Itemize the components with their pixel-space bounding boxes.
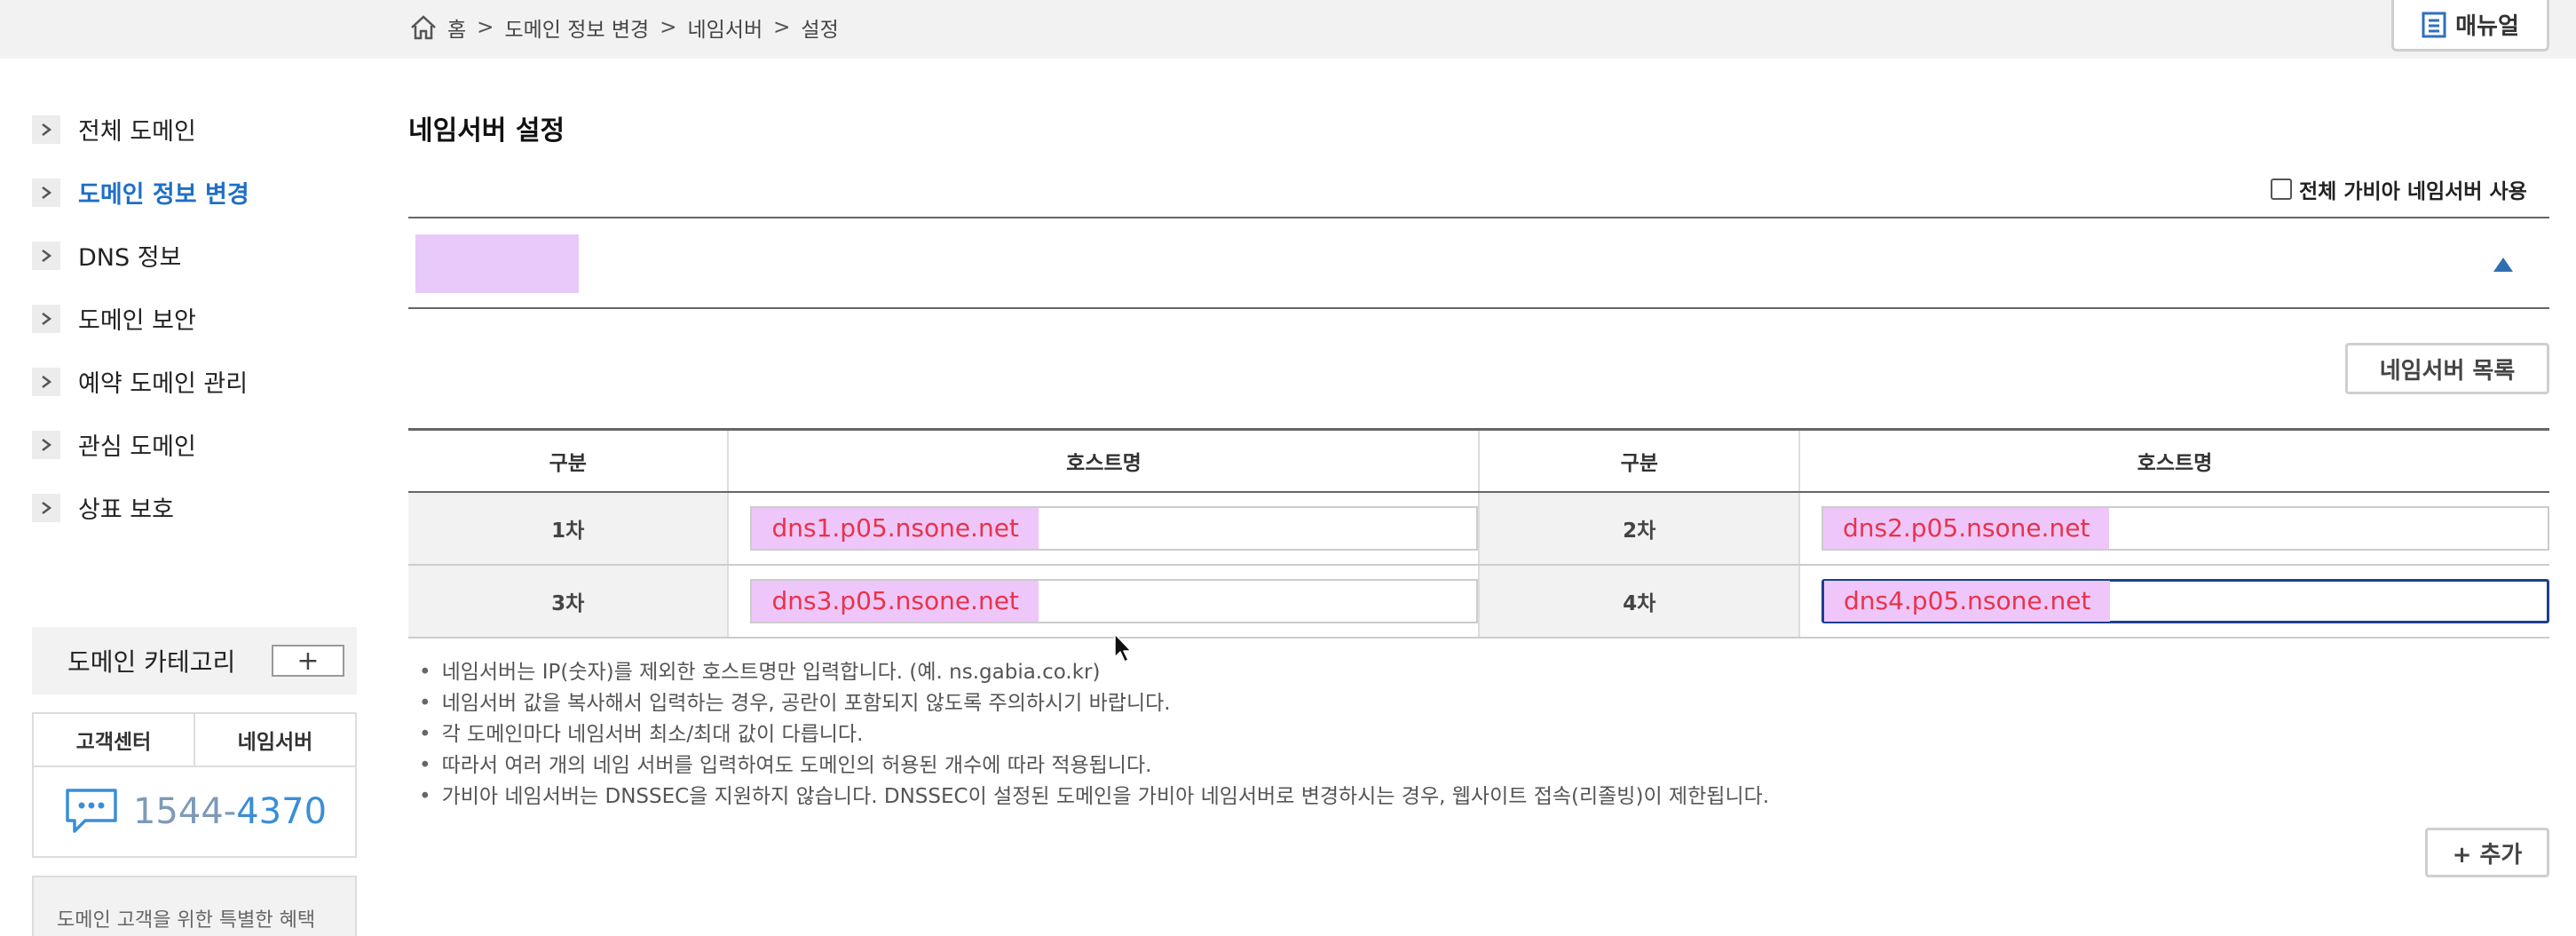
chevron-right-icon: [32, 241, 60, 270]
document-icon: [2422, 12, 2446, 37]
phone-number: 1544- 4370: [34, 767, 355, 856]
sidebar-item-label: 상표 보호: [78, 496, 174, 524]
customer-center-box: 고객센터 네임서버 1544- 4370: [32, 712, 357, 858]
selected-domain-chip: [415, 234, 579, 293]
sidebar-item-trademark[interactable]: 상표 보호: [32, 476, 360, 539]
breadcrumb-separator: >: [773, 16, 791, 39]
sidebar-item-watch-domains[interactable]: 관심 도메인: [32, 413, 360, 476]
breadcrumb-domain-info[interactable]: 도메인 정보 변경: [504, 12, 649, 43]
ns2-value: dns2.p05.nsone.net: [1822, 507, 2110, 549]
tab-customer-center[interactable]: 고객센터: [34, 714, 194, 765]
breadcrumb-home[interactable]: 홈: [447, 12, 466, 43]
ns-order-label: 4차: [1479, 564, 1800, 639]
phone-suffix: 4370: [236, 791, 328, 832]
promo-text: 도메인 고객을 위한 특별한 혜택: [57, 909, 316, 932]
chevron-right-icon: [32, 115, 60, 144]
manual-button[interactable]: 매뉴얼: [2391, 0, 2549, 52]
page-title: 네임서버 설정: [408, 115, 565, 147]
mouse-cursor-icon: [1114, 633, 1132, 662]
nameserver-table: 구분 호스트명 구분 호스트명 1차 dns1.p05.nsone.net 2차…: [408, 428, 2549, 639]
table-header-row: 구분 호스트명 구분 호스트명: [408, 429, 2549, 493]
home-icon[interactable]: [408, 12, 439, 43]
sidebar-item-label: 전체 도메인: [78, 118, 196, 146]
breadcrumb-separator: >: [477, 16, 494, 39]
breadcrumb: 홈 > 도메인 정보 변경 > 네임서버 > 설정: [408, 12, 839, 43]
table-row: 3차 dns3.p05.nsone.net 4차 dns4.p05.nsone.…: [408, 564, 2549, 639]
breadcrumb-settings: 설정: [801, 19, 839, 42]
note-item: 따라서 여러 개의 네임 서버를 입력하여도 도메인의 허용된 개수에 따라 적…: [419, 750, 1769, 781]
note-item: 가비아 네임서버는 DNSSEC을 지원하지 않습니다. DNSSEC이 설정된…: [419, 781, 1769, 813]
ns-order-label: 1차: [408, 491, 730, 566]
domain-category-box: 도메인 카테고리 +: [32, 627, 357, 694]
sidebar-item-domain-security[interactable]: 도메인 보안: [32, 287, 360, 350]
table-row: 1차 dns1.p05.nsone.net 2차 dns2.p05.nsone.…: [408, 491, 2549, 566]
chevron-right-icon: [32, 493, 60, 522]
note-item: 네임서버는 IP(숫자)를 제외한 호스트명만 입력합니다. (예. ns.ga…: [419, 657, 1769, 688]
chevron-right-icon: [32, 430, 60, 459]
selected-domain-panel: [408, 217, 2549, 309]
sidebar-item-all-domains[interactable]: 전체 도메인: [32, 98, 360, 161]
sidebar-nav: 전체 도메인 도메인 정보 변경 DNS 정보 도메인 보안 예약 도메인 관리…: [32, 98, 360, 539]
chevron-right-icon: [32, 367, 60, 396]
sidebar-item-reserved-domains[interactable]: 예약 도메인 관리: [32, 350, 360, 413]
ns3-value: dns3.p05.nsone.net: [752, 580, 1039, 622]
chat-bubble-icon: [66, 789, 117, 833]
nameserver-notes: 네임서버는 IP(숫자)를 제외한 호스트명만 입력합니다. (예. ns.ga…: [419, 657, 1769, 813]
all-gabia-ns-checkbox[interactable]: [2271, 178, 2292, 200]
cs-tabs: 고객센터 네임서버: [34, 714, 355, 767]
chevron-right-icon: [32, 304, 60, 333]
column-header-hostname: 호스트명: [1798, 429, 2549, 493]
sidebar-item-label: 예약 도메인 관리: [78, 370, 249, 398]
tab-nameserver[interactable]: 네임서버: [194, 714, 355, 765]
ns2-input[interactable]: dns2.p05.nsone.net: [1821, 505, 2549, 551]
phone-prefix: 1544-: [132, 791, 237, 832]
manual-label: 매뉴얼: [2455, 13, 2519, 40]
ns-cell: dns2.p05.nsone.net: [1798, 491, 2549, 566]
sidebar-item-label: 도메인 보안: [78, 307, 196, 335]
ns-cell: dns4.p05.nsone.net: [1798, 564, 2549, 639]
column-header-type: 구분: [408, 429, 730, 493]
sidebar-item-label: 관심 도메인: [78, 433, 196, 461]
column-header-type: 구분: [1479, 429, 1800, 493]
all-gabia-ns-option[interactable]: 전체 가비아 네임서버 사용: [2271, 174, 2527, 204]
triangle-up-icon[interactable]: [2492, 256, 2515, 274]
note-item: 각 도메인마다 네임서버 최소/최대 값이 다릅니다.: [419, 719, 1769, 750]
sidebar-item-label: 도메인 정보 변경: [78, 181, 249, 209]
ns4-input[interactable]: dns4.p05.nsone.net: [1821, 578, 2549, 623]
top-bar: 홈 > 도메인 정보 변경 > 네임서버 > 설정 매뉴얼: [0, 0, 2576, 59]
note-item: 네임서버 값을 복사해서 입력하는 경우, 공란이 포함되지 않도록 주의하시기…: [419, 688, 1769, 719]
ns-cell: dns3.p05.nsone.net: [728, 564, 1481, 639]
ns-cell: dns1.p05.nsone.net: [728, 491, 1481, 566]
add-nameserver-button[interactable]: + 추가: [2425, 828, 2549, 877]
nameserver-list-button[interactable]: 네임서버 목록: [2345, 343, 2549, 394]
all-gabia-ns-label: 전체 가비아 네임서버 사용: [2299, 180, 2527, 203]
ns-order-label: 3차: [408, 564, 730, 639]
breadcrumb-separator: >: [660, 16, 677, 39]
ns3-input[interactable]: dns3.p05.nsone.net: [750, 578, 1479, 623]
ns1-input[interactable]: dns1.p05.nsone.net: [750, 505, 1479, 551]
domain-category-label: 도메인 카테고리: [67, 647, 236, 677]
sidebar-item-label: DNS 정보: [78, 244, 182, 272]
chevron-right-icon: [32, 178, 60, 207]
promo-banner[interactable]: 도메인 고객을 위한 특별한 혜택: [32, 876, 357, 936]
add-category-button[interactable]: +: [272, 645, 344, 677]
column-header-hostname: 호스트명: [728, 429, 1481, 493]
ns-order-label: 2차: [1479, 491, 1800, 566]
breadcrumb-nameserver[interactable]: 네임서버: [687, 12, 763, 43]
ns1-value: dns1.p05.nsone.net: [752, 507, 1039, 549]
sidebar-item-domain-info-change[interactable]: 도메인 정보 변경: [32, 161, 360, 224]
sidebar-item-dns-info[interactable]: DNS 정보: [32, 224, 360, 287]
ns4-value: dns4.p05.nsone.net: [1823, 580, 2111, 622]
